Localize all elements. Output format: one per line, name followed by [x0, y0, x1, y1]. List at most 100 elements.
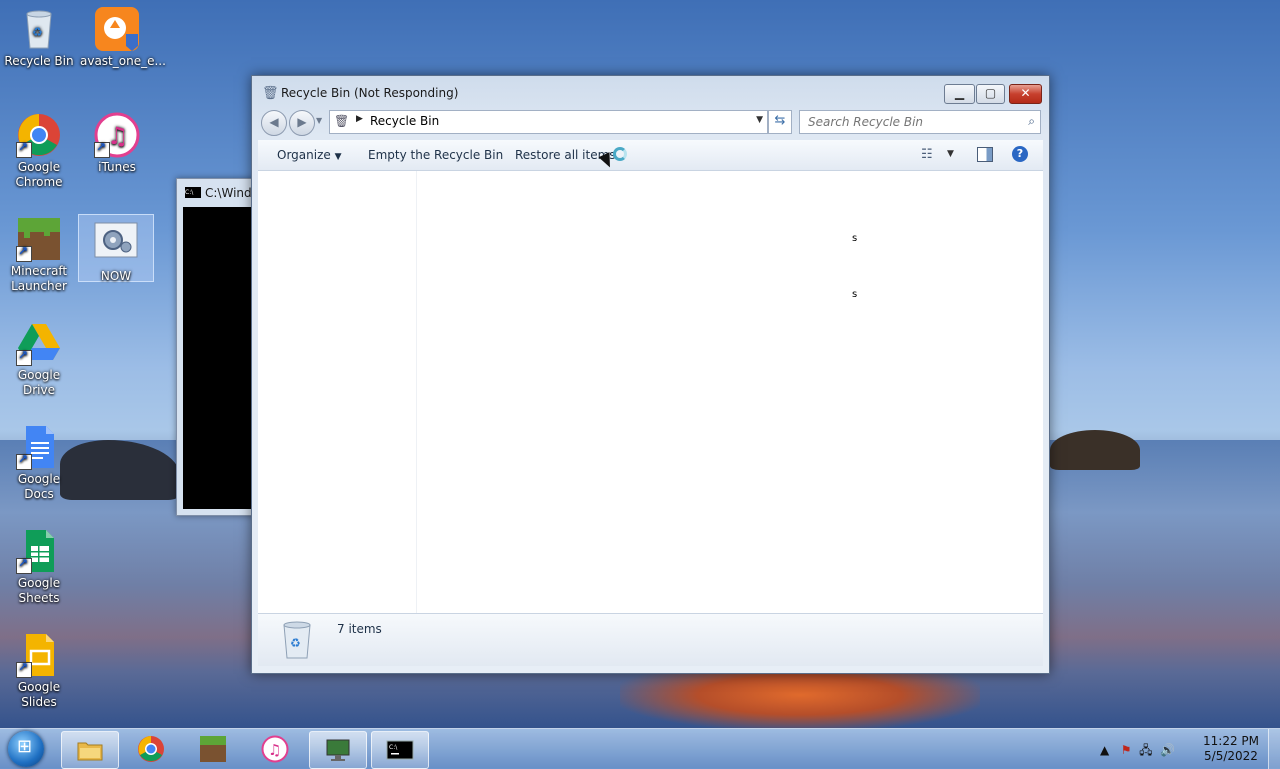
start-button[interactable] [8, 731, 44, 767]
desktop-icon-label: avast_one_e... [80, 54, 166, 68]
help-icon[interactable]: ? [1012, 146, 1028, 162]
shortcut-arrow-icon [16, 140, 32, 158]
network-icon[interactable]: 🖧 [1139, 743, 1152, 757]
search-icon[interactable]: ⌕ [1028, 114, 1035, 129]
itunes-icon: ♫ [261, 735, 289, 763]
clock-date: 5/5/2022 [1204, 749, 1258, 763]
wallpaper-rock [1050, 430, 1140, 470]
itunes-icon: ♫ [94, 112, 140, 158]
close-button[interactable]: ✕ [1009, 84, 1042, 104]
taskbar-explorer[interactable] [61, 731, 119, 769]
desktop-icon-label: Recycle Bin [4, 54, 74, 68]
show-desktop-button[interactable] [1268, 729, 1280, 769]
svg-text:♫: ♫ [107, 122, 129, 150]
organize-label: Organize [277, 148, 331, 162]
address-dropdown-icon[interactable]: ▼ [756, 115, 763, 125]
recycle-bin-icon: ♻ [280, 620, 314, 660]
search-box[interactable]: ⌕ [799, 110, 1041, 134]
desktop-icon-label: Minecraft Launcher [10, 264, 68, 293]
content-speck: s [852, 289, 858, 300]
desktop-icon-itunes[interactable]: ♫ iTunes [80, 112, 154, 175]
address-bar[interactable]: 🗑 ▶ Recycle Bin ▼ [329, 110, 768, 134]
svg-text:♻: ♻ [290, 636, 301, 650]
breadcrumb-arrow-icon[interactable]: ▶ [356, 114, 363, 124]
desktop-icon-label: Google Slides [17, 680, 61, 709]
navigation-pane[interactable] [258, 171, 417, 613]
desktop-icon-google-sheets[interactable]: Google Sheets [2, 528, 76, 606]
taskbar-cmd[interactable]: C:\ [371, 731, 429, 769]
recycle-bin-small-icon: 🗑 [334, 114, 350, 128]
shortcut-arrow-icon [16, 348, 32, 366]
maximize-button[interactable]: ▢ [976, 84, 1005, 104]
shortcut-arrow-icon [16, 660, 32, 678]
google-drive-icon [16, 320, 62, 366]
google-docs-icon [16, 424, 62, 470]
recycle-bin-window[interactable]: 🗑 Recycle Bin (Not Responding) ▁ ▢ ✕ ◀ ▶… [251, 75, 1050, 674]
avast-icon [94, 6, 140, 52]
details-pane: ♻ 7 items [258, 613, 1043, 666]
desktop-icon-google-slides[interactable]: Google Slides [2, 632, 76, 710]
taskbar-control-panel[interactable] [309, 731, 367, 769]
desktop-icon-google-drive[interactable]: Google Drive [2, 320, 76, 398]
system-tray: ▲ ⚑ 🖧 🔊 [1100, 741, 1175, 762]
navigation-bar: ◀ ▶ ▼ 🗑 ▶ Recycle Bin ▼ ⇆ ⌕ [252, 110, 1049, 136]
taskbar: ♫ C:\ ▲ ⚑ 🖧 🔊 11:22 PM 5/5/2022 [0, 728, 1280, 769]
desktop-icon-minecraft-launcher[interactable]: Minecraft Launcher [2, 216, 76, 294]
command-prompt-icon: C:\ [386, 736, 414, 764]
file-list-area[interactable]: s s [258, 171, 1043, 613]
view-options-dropdown-icon[interactable]: ▼ [947, 149, 954, 159]
desktop-icon-google-docs[interactable]: Google Docs [2, 424, 76, 502]
back-button[interactable]: ◀ [261, 110, 287, 136]
volume-icon[interactable]: 🔊 [1160, 743, 1175, 757]
search-input[interactable] [806, 114, 1020, 130]
breadcrumb-recycle-bin[interactable]: Recycle Bin [370, 114, 439, 128]
desktop-icon-now[interactable]: NOW [78, 214, 154, 283]
folder-icon [76, 736, 104, 764]
settings-gear-icon [93, 221, 139, 267]
shortcut-arrow-icon [16, 556, 32, 574]
chevron-down-icon: ▼ [334, 152, 342, 162]
svg-text:C:\: C:\ [389, 744, 398, 751]
google-slides-icon [16, 632, 62, 678]
forward-button[interactable]: ▶ [289, 110, 315, 136]
content-speck: s [852, 233, 858, 244]
desktop-icon-label: Google Drive [17, 368, 61, 397]
preview-pane-button[interactable] [977, 147, 993, 162]
desktop-icon-label: Google Docs [17, 472, 61, 501]
window-title: Recycle Bin (Not Responding) [281, 86, 459, 100]
minecraft-icon [199, 735, 227, 763]
desktop-icon-label: NOW [100, 269, 132, 283]
recycle-bin-icon: ♻ [16, 6, 62, 52]
monitor-icon [324, 736, 352, 764]
change-view-icon[interactable]: ☷ [921, 147, 933, 162]
desktop-icon-label: iTunes [98, 160, 136, 174]
action-center-flag-icon[interactable]: ⚑ [1121, 743, 1132, 757]
desktop-icon-google-chrome[interactable]: Google Chrome [2, 112, 76, 190]
desktop-icon-label: Google Chrome [15, 160, 63, 189]
google-sheets-icon [16, 528, 62, 574]
chrome-icon [137, 735, 165, 763]
taskbar-minecraft[interactable] [185, 731, 241, 767]
taskbar-itunes[interactable]: ♫ [247, 731, 303, 767]
window-titlebar[interactable]: 🗑 Recycle Bin (Not Responding) ▁ ▢ ✕ [252, 76, 1049, 110]
recent-pages-dropdown-icon[interactable]: ▼ [316, 116, 322, 125]
clock-time: 11:22 PM [1203, 734, 1259, 748]
refresh-button[interactable]: ⇆ [768, 110, 792, 134]
svg-text:♻: ♻ [32, 25, 43, 39]
taskbar-clock[interactable]: 11:22 PM 5/5/2022 [1196, 734, 1266, 764]
minecraft-icon [16, 216, 62, 262]
show-hidden-icons-icon[interactable]: ▲ [1100, 743, 1109, 757]
svg-text:♫: ♫ [268, 741, 281, 759]
shortcut-arrow-icon [16, 244, 32, 262]
busy-spinner-icon [613, 147, 627, 161]
desktop-icon-label: Google Sheets [17, 576, 61, 605]
empty-recycle-bin-button[interactable]: Empty the Recycle Bin [368, 148, 503, 162]
chrome-icon [16, 112, 62, 158]
desktop-icon-avast[interactable]: avast_one_e... [80, 6, 166, 69]
item-count: 7 items [337, 622, 382, 636]
desktop-icon-recycle-bin[interactable]: ♻ Recycle Bin [2, 6, 76, 69]
organize-button[interactable]: Organize ▼ [277, 148, 342, 162]
taskbar-chrome[interactable] [123, 731, 179, 767]
minimize-button[interactable]: ▁ [944, 84, 975, 104]
shortcut-arrow-icon [94, 140, 110, 158]
